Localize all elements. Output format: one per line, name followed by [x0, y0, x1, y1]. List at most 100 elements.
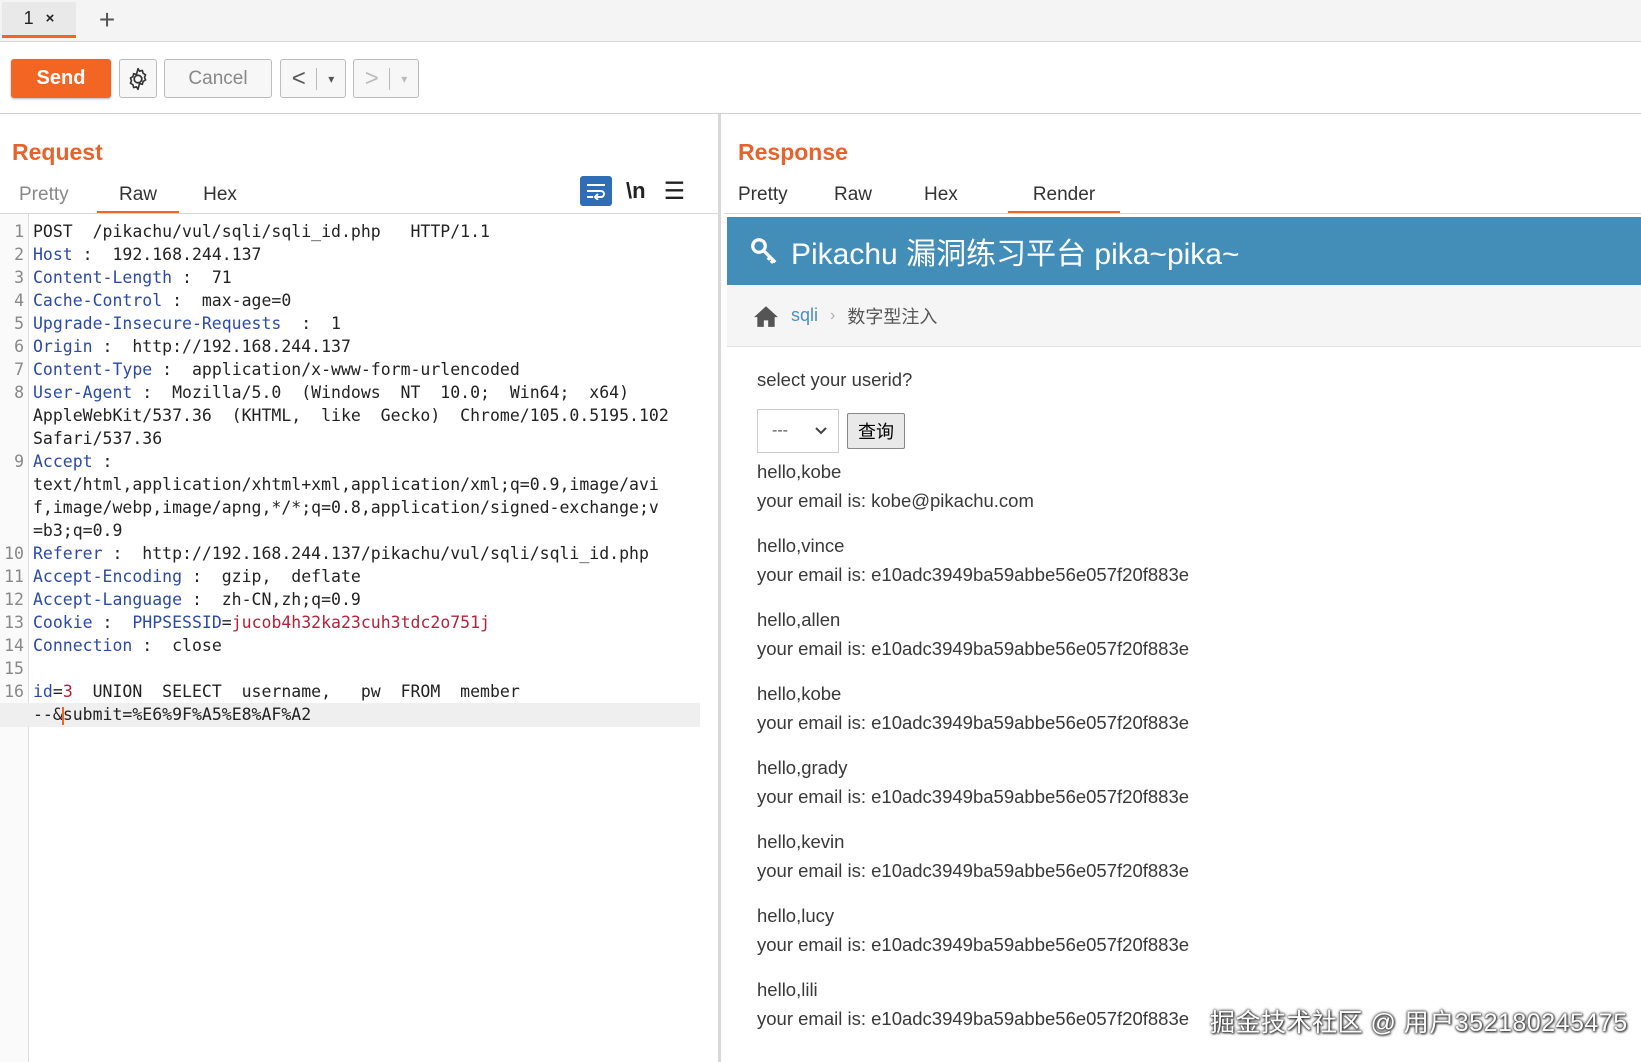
menu-icon[interactable]: ☰	[664, 177, 686, 206]
cancel-button[interactable]: Cancel	[164, 59, 272, 98]
settings-button[interactable]	[119, 59, 157, 98]
code-line[interactable]: 12 Accept-Language : zh-CN,zh;q=0.9	[0, 588, 700, 612]
tab-hex[interactable]: Hex	[179, 178, 261, 214]
close-icon[interactable]: ×	[46, 10, 55, 27]
header-name: Content-Length	[33, 268, 173, 287]
query-form: --- 查询	[757, 409, 1641, 453]
code-line[interactable]: 6 Origin : http://192.168.244.137	[0, 335, 700, 359]
code-line[interactable]: 11 Accept-Encoding : gzip, deflate	[0, 565, 700, 589]
line-number: 9	[14, 452, 24, 471]
line-text: : 192.168.244.137	[72, 245, 262, 264]
code-line[interactable]: text/html,application/xhtml+xml,applicat…	[0, 473, 700, 497]
tab-raw[interactable]: Raw	[97, 178, 179, 214]
line-content: Content-Type : application/x-www-form-ur…	[33, 358, 520, 382]
chevron-down-icon[interactable]: ▾	[328, 72, 334, 86]
tab-pretty[interactable]: Pretty	[738, 178, 826, 214]
home-icon[interactable]	[753, 304, 779, 328]
result-email: your email is: e10adc3949ba59abbe56e057f…	[757, 712, 1190, 733]
forward-button[interactable]: > ▾	[353, 59, 419, 98]
back-icon: <	[291, 64, 306, 92]
result-hello: hello,kobe	[757, 683, 842, 704]
panel-divider[interactable]	[718, 114, 721, 1062]
page-body: select your userid? --- 查询 hello,kobe you…	[727, 347, 1641, 1033]
line-text: : gzip, deflate	[182, 567, 361, 586]
response-title: Response	[738, 139, 848, 165]
line-number: 8	[14, 383, 24, 402]
line-number: 2	[14, 245, 24, 264]
userid-select[interactable]: ---	[757, 409, 839, 453]
code-line[interactable]: 2 Host : 192.168.244.137	[0, 243, 700, 267]
line-content: text/html,application/xhtml+xml,applicat…	[33, 473, 659, 497]
code-line[interactable]: =b3;q=0.9	[0, 519, 700, 543]
code-line[interactable]: 15	[0, 657, 700, 681]
header-name: Cookie	[33, 613, 93, 632]
header-name: Origin	[33, 337, 93, 356]
line-number: 14	[4, 636, 24, 655]
line-number: 4	[14, 291, 24, 310]
query-button[interactable]: 查询	[847, 413, 905, 449]
wrap-lines-button[interactable]	[580, 176, 612, 206]
header-name: Accept-Encoding	[33, 567, 183, 586]
header-name: Accept	[33, 452, 93, 471]
line-content: --&submit=%E6%9F%A5%E8%AF%A2	[33, 703, 311, 727]
code-line[interactable]: Safari/537.36	[0, 427, 700, 451]
line-text: POST /pikachu/vul/sqli/sqli_id.php HTTP/…	[33, 222, 490, 241]
request-editor[interactable]: 1 POST /pikachu/vul/sqli/sqli_id.php HTTP…	[0, 214, 718, 1062]
toolbar: Send Cancel < ▾ > ▾	[0, 42, 1641, 114]
breadcrumb: sqli › 数字型注入	[727, 285, 1641, 347]
line-text: : close	[132, 636, 222, 655]
back-button[interactable]: < ▾	[280, 59, 346, 98]
code-line[interactable]: 3 Content-Length : 71	[0, 266, 700, 290]
line-text: f,image/webp,image/apng,*/*;q=0.8,applic…	[33, 498, 659, 517]
line-number: 16	[4, 682, 24, 701]
header-name: Cache-Control	[33, 291, 163, 310]
line-text: text/html,application/xhtml+xml,applicat…	[33, 475, 659, 494]
header-name: PHPSESSID	[132, 613, 222, 632]
header-name: id	[33, 682, 53, 701]
code-line[interactable]: 5 Upgrade-Insecure-Requests : 1	[0, 312, 700, 336]
breadcrumb-link[interactable]: sqli	[791, 305, 818, 326]
line-content: Referer : http://192.168.244.137/pikachu…	[33, 542, 649, 566]
result-entry: hello,lucy your email is: e10adc3949ba59a…	[757, 901, 1641, 959]
line-text: : 71	[172, 268, 232, 287]
code-line[interactable]: 9 Accept :	[0, 450, 700, 474]
rendered-page: Pikachu 漏洞练习平台 pika~pika~ sqli › 数字型注入 s…	[727, 217, 1641, 1062]
header-name: Host	[33, 245, 73, 264]
chevron-right-icon: ›	[830, 306, 836, 324]
line-text: =	[221, 613, 232, 632]
wrap-icon	[587, 184, 605, 200]
tab-render[interactable]: Render	[1008, 178, 1120, 214]
code-line[interactable]: --&submit=%E6%9F%A5%E8%AF%A2	[0, 703, 700, 727]
result-hello: hello,kevin	[757, 831, 845, 852]
code-line[interactable]: 4 Cache-Control : max-age=0	[0, 289, 700, 313]
code-line[interactable]: 14 Connection : close	[0, 634, 700, 658]
line-text: =b3;q=0.9	[33, 521, 123, 540]
response-tabs: Pretty Raw Hex Render	[738, 178, 1120, 214]
line-number: 5	[14, 314, 24, 333]
code-line[interactable]: AppleWebKit/537.36 (KHTML, like Gecko) C…	[0, 404, 700, 428]
result-email: your email is: e10adc3949ba59abbe56e057f…	[757, 860, 1190, 881]
code-line[interactable]: 1 POST /pikachu/vul/sqli/sqli_id.php HTTP…	[0, 220, 700, 244]
code-line[interactable]: 16 id=3 UNION SELECT username, pw FROM me…	[0, 680, 700, 704]
code-line[interactable]: 13 Cookie : PHPSESSID=jucob4h32ka23cuh3td…	[0, 611, 700, 635]
code-line[interactable]: 8 User-Agent : Mozilla/5.0 (Windows NT 10…	[0, 381, 700, 405]
request-title: Request	[12, 139, 103, 165]
result-hello: hello,lucy	[757, 905, 835, 926]
tab-raw[interactable]: Raw	[826, 178, 916, 214]
prompt-text: select your userid?	[757, 369, 913, 390]
result-hello: hello,grady	[757, 757, 848, 778]
code-line[interactable]: 7 Content-Type : application/x-www-form-u…	[0, 358, 700, 382]
chevron-down-icon[interactable]: ▾	[401, 72, 407, 86]
tab-pretty[interactable]: Pretty	[19, 178, 97, 214]
send-button[interactable]: Send	[11, 59, 111, 98]
line-content: Cookie : PHPSESSID=jucob4h32ka23cuh3tdc2…	[33, 611, 490, 635]
tab-hex[interactable]: Hex	[916, 178, 1008, 214]
add-tab-icon[interactable]: +	[92, 4, 122, 36]
line-text: UNION SELECT username, pw FROM member	[72, 682, 520, 701]
param-value: jucob4h32ka23cuh3tdc2o751j	[231, 613, 490, 632]
tab-1[interactable]: 1 ×	[2, 2, 76, 38]
code-line[interactable]: 10 Referer : http://192.168.244.137/pikac…	[0, 542, 700, 566]
line-number: 12	[4, 590, 24, 609]
newline-icon[interactable]: \n	[626, 178, 646, 204]
code-line[interactable]: f,image/webp,image/apng,*/*;q=0.8,applic…	[0, 496, 700, 520]
